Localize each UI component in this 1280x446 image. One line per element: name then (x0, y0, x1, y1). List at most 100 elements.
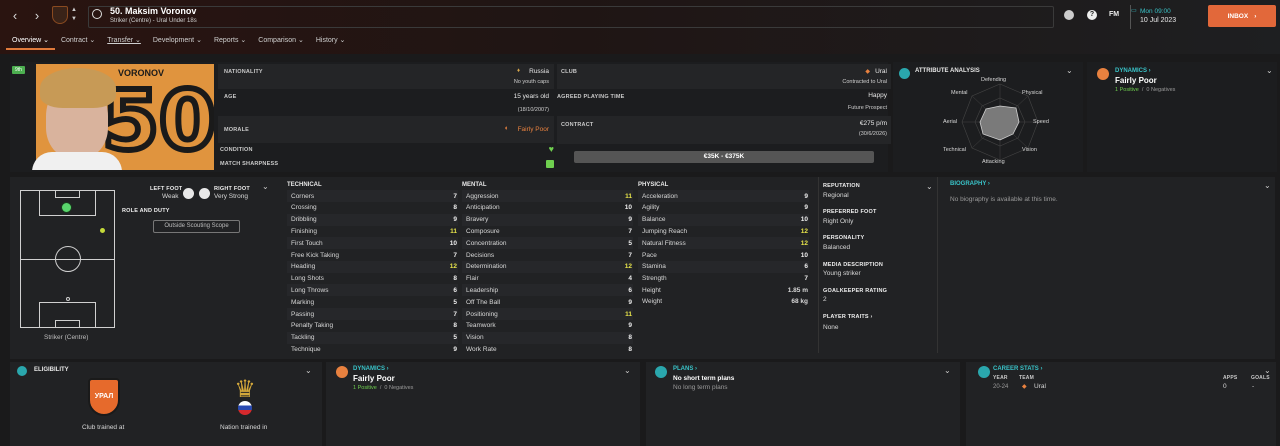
attribute-name: Stamina (642, 263, 666, 271)
attribute-row[interactable]: Leadership 6 (462, 284, 633, 297)
career-team[interactable]: Ural (1034, 383, 1046, 390)
attribute-row[interactable]: Aggression 11 (462, 190, 633, 202)
career-col-team: TEAM (1019, 375, 1034, 381)
club-value[interactable]: Ural (875, 68, 887, 75)
technical-title: TECHNICAL (287, 182, 322, 188)
attribute-row[interactable]: Vision 8 (462, 331, 633, 344)
biography-title[interactable]: BIOGRAPHY › (950, 181, 990, 187)
career-col-apps: APPS (1223, 375, 1238, 381)
help-icon[interactable]: ? (1087, 10, 1097, 20)
chevron-down-icon[interactable]: ⌄ (944, 366, 951, 375)
tab-reports[interactable]: Reports ⌄ (208, 34, 252, 50)
attribute-row[interactable]: Free Kick Taking 7 (287, 249, 458, 261)
career-year: 20-24 (993, 384, 1009, 390)
scroll-arrows-icon[interactable]: ▲ ▼ (71, 6, 77, 24)
attribute-row[interactable]: Determination 12 (462, 260, 633, 273)
dynamics-title[interactable]: DYNAMICS › (1115, 68, 1151, 74)
tab-comparison[interactable]: Comparison ⌄ (252, 34, 310, 50)
attribute-row[interactable]: Off The Ball 9 (462, 296, 633, 308)
dynamics-bottom-title[interactable]: DYNAMICS › (353, 366, 389, 372)
scouting-scope-button[interactable]: Outside Scouting Scope (153, 220, 240, 233)
career-icon (978, 366, 990, 378)
attribute-row[interactable]: Crossing 8 (287, 202, 458, 214)
radar-values (979, 105, 1020, 141)
career-team-crest-icon: ◆ (1022, 384, 1027, 390)
attribute-row[interactable]: Decisions 7 (462, 249, 633, 261)
plans-icon (655, 366, 667, 378)
attribute-row[interactable]: Bravery 9 (462, 213, 633, 226)
attribute-row[interactable]: Marking 5 (287, 296, 458, 308)
attribute-row[interactable]: Long Throws 6 (287, 284, 458, 297)
fm-logo[interactable]: FM (1109, 11, 1119, 18)
attribute-row[interactable]: Pace 10 (638, 249, 809, 261)
attribute-name: Long Shots (291, 275, 324, 283)
attribute-row[interactable]: Balance 10 (638, 213, 809, 226)
chevron-down-icon[interactable]: ⌄ (926, 182, 933, 191)
attribute-value: 6 (628, 286, 632, 294)
attribute-row[interactable]: Corners 7 (287, 190, 458, 202)
role-duty-label: ROLE AND DUTY (122, 208, 170, 214)
attr-analysis-icon (899, 68, 910, 79)
attribute-name: Free Kick Taking (291, 251, 339, 259)
attribute-row[interactable]: Finishing 11 (287, 225, 458, 237)
attribute-row[interactable]: Acceleration 9 (638, 190, 809, 202)
attribute-row[interactable]: Stamina 6 (638, 260, 809, 273)
gk-rating-value: 2 (823, 296, 827, 303)
attribute-row[interactable]: Concentration 5 (462, 237, 633, 250)
back-arrow-icon[interactable]: ‹ (6, 7, 24, 25)
chevron-down-icon[interactable]: ⌄ (624, 366, 631, 375)
chevron-down-icon[interactable]: ⌄ (305, 366, 312, 375)
attribute-row[interactable]: First Touch 10 (287, 237, 458, 250)
attribute-row[interactable]: Tackling 5 (287, 331, 458, 344)
value-range-bar[interactable]: €35K - €375K (574, 151, 874, 163)
tab-overview[interactable]: Overview ⌄ (6, 34, 55, 50)
attribute-name: Heading (291, 263, 316, 271)
attribute-row[interactable]: Composure 7 (462, 225, 633, 237)
attribute-name: Penalty Taking (291, 322, 334, 330)
tab-transfer[interactable]: Transfer ⌄ (101, 34, 147, 50)
attribute-row[interactable]: Work Rate 8 (462, 343, 633, 355)
attribute-row[interactable]: Heading 12 (287, 260, 458, 273)
chevron-down-icon[interactable]: ⌄ (1066, 66, 1073, 75)
chevron-down-icon[interactable]: ⌄ (1264, 366, 1271, 375)
club-crest-small[interactable] (52, 6, 68, 24)
attribute-row[interactable]: Agility 9 (638, 202, 809, 214)
wage-value[interactable]: €275 p/m (860, 120, 887, 127)
tab-contract[interactable]: Contract ⌄ (55, 34, 101, 50)
weight-value: 68 kg (791, 298, 808, 305)
morale-value[interactable]: Fairly Poor (518, 126, 549, 133)
chevron-down-icon[interactable]: ⌄ (1264, 181, 1271, 190)
dynamics-icon (1097, 68, 1109, 80)
primary-position-marker[interactable] (61, 202, 72, 213)
chevron-down-icon[interactable]: ⌄ (1266, 66, 1273, 75)
attribute-row[interactable]: Anticipation 10 (462, 202, 633, 214)
morale-label: MORALE (224, 127, 250, 133)
secondary-position-marker[interactable] (100, 228, 105, 233)
forward-arrow-icon[interactable]: › (28, 7, 46, 25)
attribute-row[interactable]: Dribbling 9 (287, 213, 458, 226)
plans-title[interactable]: PLANS › (673, 366, 697, 372)
chevron-down-icon[interactable]: ⌄ (262, 182, 269, 191)
club-label: CLUB (561, 69, 578, 75)
attribute-row[interactable]: Penalty Taking 8 (287, 320, 458, 332)
attribute-name: Teamwork (466, 322, 496, 330)
attribute-value: 5 (628, 239, 632, 247)
attribute-row[interactable]: Passing 7 (287, 308, 458, 320)
career-apps: 0 (1223, 383, 1227, 390)
tab-development[interactable]: Development ⌄ (147, 34, 208, 50)
attribute-row[interactable]: Strength 7 (638, 273, 809, 285)
player-traits-label[interactable]: PLAYER TRAITS › (823, 314, 873, 320)
attribute-row[interactable]: Jumping Reach 12 (638, 225, 809, 237)
nationality-value[interactable]: Russia (529, 68, 549, 75)
attribute-row[interactable]: Long Shots 8 (287, 273, 458, 285)
attribute-row[interactable]: Teamwork 9 (462, 320, 633, 332)
tab-history[interactable]: History ⌄ (310, 34, 352, 50)
career-title[interactable]: CAREER STATS › (993, 366, 1042, 372)
attribute-row[interactable]: Positioning 11 (462, 308, 633, 320)
attribute-name: Agility (642, 204, 660, 212)
attribute-row[interactable]: Natural Fitness 12 (638, 237, 809, 250)
inbox-button[interactable]: INBOX › (1208, 5, 1276, 27)
attribute-row[interactable]: Flair 4 (462, 273, 633, 285)
attribute-row[interactable]: Technique 9 (287, 343, 458, 355)
ball-icon[interactable] (1064, 10, 1074, 20)
